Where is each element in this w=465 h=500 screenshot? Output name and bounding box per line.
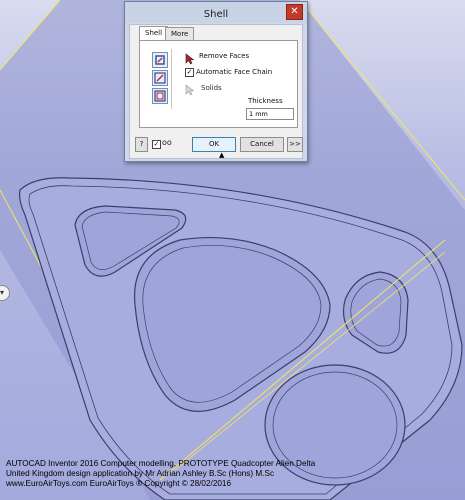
preview-glasses-icon: oo xyxy=(162,138,172,147)
collapse-arrow-icon[interactable]: ▲ xyxy=(219,151,224,159)
shell-inside-icon[interactable] xyxy=(152,52,168,68)
caption-line-3: www.EuroAirToys.com EuroAirToys ® Copyri… xyxy=(6,479,232,488)
more-options-button[interactable]: >> xyxy=(287,137,303,152)
automatic-face-chain-checkbox[interactable]: ✓ xyxy=(185,68,194,77)
dialog-body: Shell More Remove Faces ✓ Automatic Face… xyxy=(129,24,303,159)
shell-both-sides-icon[interactable] xyxy=(152,88,168,104)
solids-label: Solids xyxy=(201,84,222,92)
dialog-title: Shell xyxy=(203,9,229,20)
tab-more[interactable]: More xyxy=(165,27,195,41)
dialog-titlebar[interactable]: Shell ✕ xyxy=(125,2,307,23)
shell-outside-icon[interactable] xyxy=(152,70,168,86)
preview-checkbox[interactable]: ✓ xyxy=(152,140,161,149)
ok-button[interactable]: OK xyxy=(192,137,236,152)
shell-dialog: Shell ✕ Shell More Remove Faces ✓ Automa… xyxy=(124,1,308,162)
cancel-button[interactable]: Cancel xyxy=(240,137,284,152)
caption-line-2: United Kingdom design application by Mr … xyxy=(6,469,275,478)
caption-line-1: AUTOCAD Inventor 2016 Computer modelling… xyxy=(6,459,316,468)
thickness-input[interactable] xyxy=(246,108,294,120)
automatic-face-chain-label[interactable]: Automatic Face Chain xyxy=(196,68,272,76)
close-button[interactable]: ✕ xyxy=(286,4,303,20)
remove-faces-label[interactable]: Remove Faces xyxy=(199,52,249,60)
solids-cursor-icon[interactable] xyxy=(184,81,196,96)
help-button[interactable]: ? xyxy=(135,137,148,152)
copyright-caption: AUTOCAD Inventor 2016 Computer modelling… xyxy=(6,459,315,489)
remove-faces-cursor-icon[interactable] xyxy=(184,50,196,65)
thickness-label: Thickness xyxy=(248,97,283,105)
tab-shell[interactable]: Shell xyxy=(139,26,169,41)
shell-panel: Remove Faces ✓ Automatic Face Chain Soli… xyxy=(139,40,298,128)
